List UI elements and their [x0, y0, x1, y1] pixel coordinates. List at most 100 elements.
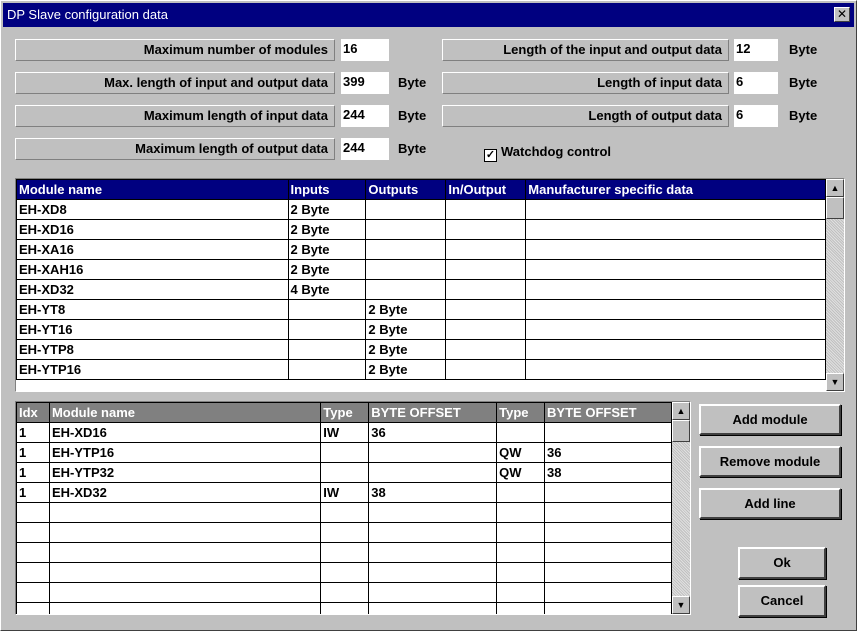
- column-header[interactable]: Outputs: [365, 179, 447, 200]
- table-cell[interactable]: [496, 422, 546, 443]
- table-cell[interactable]: [496, 522, 546, 543]
- scroll-thumb[interactable]: [672, 420, 690, 442]
- table-cell[interactable]: 2 Byte: [365, 299, 447, 320]
- scroll-up-icon[interactable]: ▲: [672, 402, 690, 420]
- module-row[interactable]: EH-XAH16 2 Byte: [16, 259, 826, 280]
- close-icon[interactable]: ✕: [834, 7, 850, 22]
- table-cell[interactable]: EH-XAH16: [16, 259, 289, 280]
- module-row[interactable]: EH-YTP8 2 Byte: [16, 339, 826, 360]
- table-cell[interactable]: [368, 582, 498, 603]
- table-cell[interactable]: 2 Byte: [365, 319, 447, 340]
- table-cell[interactable]: [496, 562, 546, 583]
- table-cell[interactable]: [368, 502, 498, 523]
- table-cell[interactable]: 2 Byte: [365, 359, 447, 380]
- module-row[interactable]: EH-YT8 2 Byte: [16, 299, 826, 320]
- max-output-length-value[interactable]: 244: [341, 138, 389, 160]
- table-cell[interactable]: 36: [544, 442, 672, 463]
- input-length-value[interactable]: 6: [734, 72, 778, 94]
- table-cell[interactable]: 36: [368, 422, 498, 443]
- table-cell[interactable]: EH-YT8: [16, 299, 289, 320]
- table-cell[interactable]: [320, 522, 370, 543]
- table-cell[interactable]: [48, 562, 322, 583]
- module-row[interactable]: EH-YT16 2 Byte: [16, 319, 826, 340]
- table-cell[interactable]: [365, 279, 447, 300]
- module-row[interactable]: EH-XD16 2 Byte: [16, 219, 826, 240]
- table-cell[interactable]: 38: [368, 482, 498, 503]
- table-cell[interactable]: 1: [16, 482, 50, 503]
- cancel-button[interactable]: Cancel: [738, 585, 826, 617]
- table-cell[interactable]: [16, 562, 50, 583]
- table-cell[interactable]: EH-XD32: [48, 482, 322, 503]
- table-cell[interactable]: EH-YTP8: [16, 339, 289, 360]
- module-list-scrollbar[interactable]: ▲ ▼: [826, 179, 844, 391]
- table-cell[interactable]: IW: [320, 482, 370, 503]
- table-cell[interactable]: [287, 359, 367, 380]
- config-row[interactable]: 1 EH-YTP16 QW 36: [16, 442, 672, 463]
- watchdog-checkbox[interactable]: ✓ Watchdog control: [484, 144, 611, 162]
- table-cell[interactable]: QW: [496, 462, 546, 483]
- table-cell[interactable]: [365, 239, 447, 260]
- config-row[interactable]: [16, 542, 672, 563]
- table-cell[interactable]: [544, 502, 672, 523]
- table-cell[interactable]: [368, 542, 498, 563]
- column-header[interactable]: Type: [320, 402, 370, 423]
- table-cell[interactable]: [365, 219, 447, 240]
- table-cell[interactable]: [445, 239, 527, 260]
- table-cell[interactable]: 4 Byte: [287, 279, 367, 300]
- table-cell[interactable]: [544, 422, 672, 443]
- module-row[interactable]: EH-XA16 2 Byte: [16, 239, 826, 260]
- table-cell[interactable]: 2 Byte: [287, 219, 367, 240]
- table-cell[interactable]: [525, 199, 826, 220]
- table-cell[interactable]: [48, 602, 322, 614]
- table-cell[interactable]: QW: [496, 442, 546, 463]
- table-cell[interactable]: [525, 279, 826, 300]
- output-length-value[interactable]: 6: [734, 105, 778, 127]
- table-cell[interactable]: [287, 339, 367, 360]
- config-row[interactable]: [16, 582, 672, 603]
- table-cell[interactable]: 38: [544, 462, 672, 483]
- scroll-up-icon[interactable]: ▲: [826, 179, 844, 197]
- table-cell[interactable]: 1: [16, 442, 50, 463]
- max-input-length-value[interactable]: 244: [341, 105, 389, 127]
- table-cell[interactable]: [287, 319, 367, 340]
- table-cell[interactable]: [445, 279, 527, 300]
- table-cell[interactable]: [16, 602, 50, 614]
- table-cell[interactable]: [48, 542, 322, 563]
- table-cell[interactable]: [544, 542, 672, 563]
- table-cell[interactable]: [368, 522, 498, 543]
- table-cell[interactable]: [365, 199, 447, 220]
- table-cell[interactable]: 1: [16, 422, 50, 443]
- table-cell[interactable]: 2 Byte: [287, 259, 367, 280]
- table-cell[interactable]: [445, 199, 527, 220]
- table-cell[interactable]: [48, 502, 322, 523]
- table-cell[interactable]: [496, 582, 546, 603]
- table-cell[interactable]: EH-XD8: [16, 199, 289, 220]
- table-cell[interactable]: EH-YTP16: [16, 359, 289, 380]
- config-row[interactable]: 1 EH-XD16 IW 36: [16, 422, 672, 443]
- column-header[interactable]: Manufacturer specific data: [525, 179, 826, 200]
- table-cell[interactable]: [320, 602, 370, 614]
- column-header[interactable]: In/Output: [445, 179, 527, 200]
- config-grid[interactable]: Idx Module name Type BYTE OFFSET Type BYTE OF…: [15, 401, 691, 615]
- table-cell[interactable]: EH-YTP16: [48, 442, 322, 463]
- table-cell[interactable]: [525, 259, 826, 280]
- table-cell[interactable]: [496, 482, 546, 503]
- table-cell[interactable]: [16, 582, 50, 603]
- add-line-button[interactable]: Add line: [699, 488, 841, 519]
- config-row[interactable]: [16, 502, 672, 523]
- table-cell[interactable]: [320, 562, 370, 583]
- table-cell[interactable]: EH-XD16: [48, 422, 322, 443]
- table-cell[interactable]: [320, 502, 370, 523]
- table-cell[interactable]: EH-XA16: [16, 239, 289, 260]
- table-cell[interactable]: [320, 462, 370, 483]
- table-cell[interactable]: [525, 319, 826, 340]
- table-cell[interactable]: [368, 602, 498, 614]
- table-cell[interactable]: [365, 259, 447, 280]
- table-cell[interactable]: [525, 219, 826, 240]
- table-cell[interactable]: [16, 522, 50, 543]
- remove-module-button[interactable]: Remove module: [699, 446, 841, 477]
- table-cell[interactable]: [320, 442, 370, 463]
- table-cell[interactable]: [368, 462, 498, 483]
- table-cell[interactable]: [445, 319, 527, 340]
- table-cell[interactable]: [445, 299, 527, 320]
